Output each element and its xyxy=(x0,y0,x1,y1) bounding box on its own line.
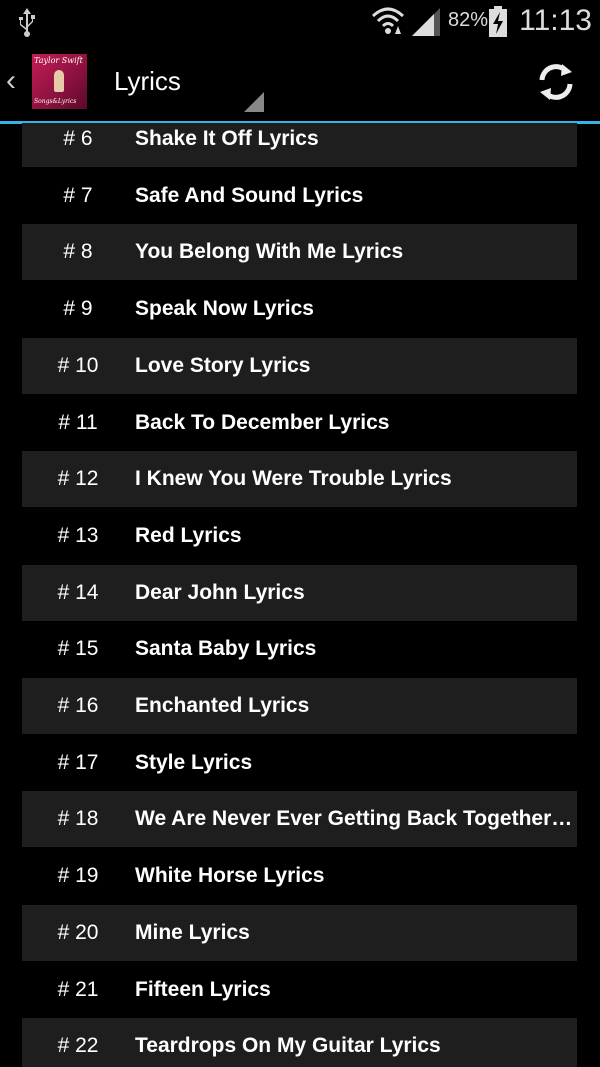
song-title: Enchanted Lyrics xyxy=(135,694,310,717)
song-list-item[interactable]: # 19 White Horse Lyrics xyxy=(22,848,577,904)
song-number: # 14 xyxy=(57,580,99,604)
song-number: # 8 xyxy=(63,240,93,264)
song-title: You Belong With Me Lyrics xyxy=(135,240,404,264)
song-title: Safe And Sound Lyrics xyxy=(135,183,364,207)
microphone-icon xyxy=(54,70,64,92)
song-list-item[interactable]: # 16 Enchanted Lyrics xyxy=(22,678,577,734)
song-list-item[interactable]: # 6 Shake It Off Lyrics xyxy=(22,123,577,167)
logo-subtitle: Songs&Lyrics xyxy=(34,98,77,105)
song-title: Style Lyrics xyxy=(135,750,253,774)
song-list-item[interactable]: # 18 We Are Never Ever Getting Back Toget… xyxy=(22,791,577,848)
wifi-icon xyxy=(371,7,405,34)
song-list-item[interactable]: # 17 Style Lyrics xyxy=(22,735,577,791)
song-number: # 17 xyxy=(57,750,99,774)
song-list-item[interactable]: # 21 Fifteen Lyrics xyxy=(22,962,577,1018)
song-list-item[interactable]: # 10 Love Story Lyrics xyxy=(22,337,577,394)
song-number: # 10 xyxy=(57,353,99,377)
song-number: # 19 xyxy=(57,864,99,888)
song-title: Shake It Off Lyrics xyxy=(135,127,319,150)
song-title: We Are Never Ever Getting Back Together … xyxy=(135,807,577,831)
song-list-item[interactable]: # 12 I Knew You Were Trouble Lyrics xyxy=(22,451,577,508)
song-title: Dear John Lyrics xyxy=(135,580,305,604)
song-list-item[interactable]: # 13 Red Lyrics xyxy=(22,508,577,564)
action-bar: ‹ Taylor Swift Songs&Lyrics Lyrics xyxy=(0,44,600,124)
screen-title[interactable]: Lyrics xyxy=(114,66,181,97)
dropdown-indicator-icon[interactable] xyxy=(244,92,264,112)
song-number: # 7 xyxy=(63,183,93,207)
battery-charging-icon xyxy=(489,6,507,37)
song-list-item[interactable]: # 20 Mine Lyrics xyxy=(22,904,577,961)
song-title: Mine Lyrics xyxy=(135,920,250,944)
song-number: # 11 xyxy=(58,410,98,434)
song-number: # 18 xyxy=(57,807,99,831)
song-title: Red Lyrics xyxy=(135,523,242,547)
song-title: Santa Baby Lyrics xyxy=(135,637,317,661)
song-list-item[interactable]: # 7 Safe And Sound Lyrics xyxy=(22,168,577,224)
song-number: # 16 xyxy=(57,694,99,717)
song-list-item[interactable]: # 8 You Belong With Me Lyrics xyxy=(22,224,577,281)
song-list-item[interactable]: # 9 Speak Now Lyrics xyxy=(22,281,577,337)
song-number: # 6 xyxy=(63,127,93,150)
song-title: White Horse Lyrics xyxy=(135,864,325,888)
song-number: # 12 xyxy=(57,467,99,491)
app-logo[interactable]: Taylor Swift Songs&Lyrics xyxy=(32,54,87,109)
clock: 11:13 xyxy=(519,4,592,37)
song-title: Back To December Lyrics xyxy=(135,410,390,434)
song-number: # 20 xyxy=(57,920,99,944)
signal-icon xyxy=(412,8,440,36)
battery-percentage: 82% xyxy=(448,9,489,31)
logo-title: Taylor Swift xyxy=(34,56,83,65)
song-title: Speak Now Lyrics xyxy=(135,297,314,321)
song-title: I Knew You Were Trouble Lyrics xyxy=(135,467,452,491)
song-number: # 9 xyxy=(63,297,93,321)
song-list-item[interactable]: # 15 Santa Baby Lyrics xyxy=(22,621,577,677)
song-number: # 22 xyxy=(57,1034,99,1058)
song-number: # 15 xyxy=(57,637,99,661)
refresh-icon[interactable] xyxy=(534,60,578,104)
song-list-item[interactable]: # 22 Teardrops On My Guitar Lyrics xyxy=(22,1018,577,1067)
song-list-item[interactable]: # 14 Dear John Lyrics xyxy=(22,564,577,621)
song-list[interactable]: # 6 Shake It Off Lyrics # 7 Safe And Sound … xyxy=(0,123,600,1067)
song-number: # 21 xyxy=(57,977,99,1001)
song-list-item[interactable]: # 11 Back To December Lyrics xyxy=(22,395,577,451)
song-number: # 13 xyxy=(57,523,99,547)
song-title: Teardrops On My Guitar Lyrics xyxy=(135,1034,441,1058)
back-chevron-icon[interactable]: ‹ xyxy=(6,66,16,96)
usb-icon xyxy=(19,8,35,37)
status-bar: 82% 11:13 xyxy=(0,0,600,44)
song-title: Fifteen Lyrics xyxy=(135,977,271,1001)
song-title: Love Story Lyrics xyxy=(135,353,311,377)
